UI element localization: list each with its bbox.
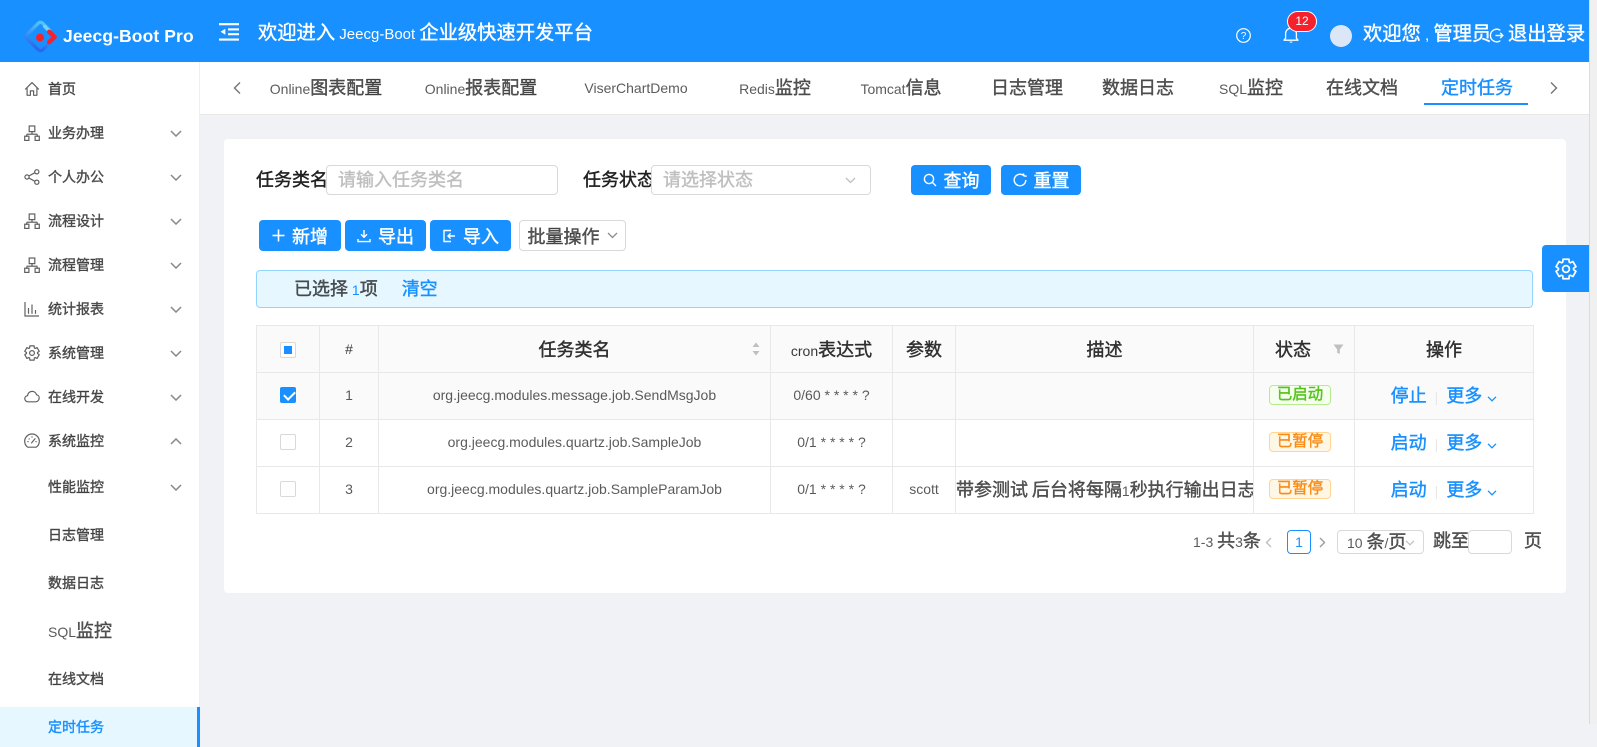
svg-text:?: ? [1241,31,1247,42]
